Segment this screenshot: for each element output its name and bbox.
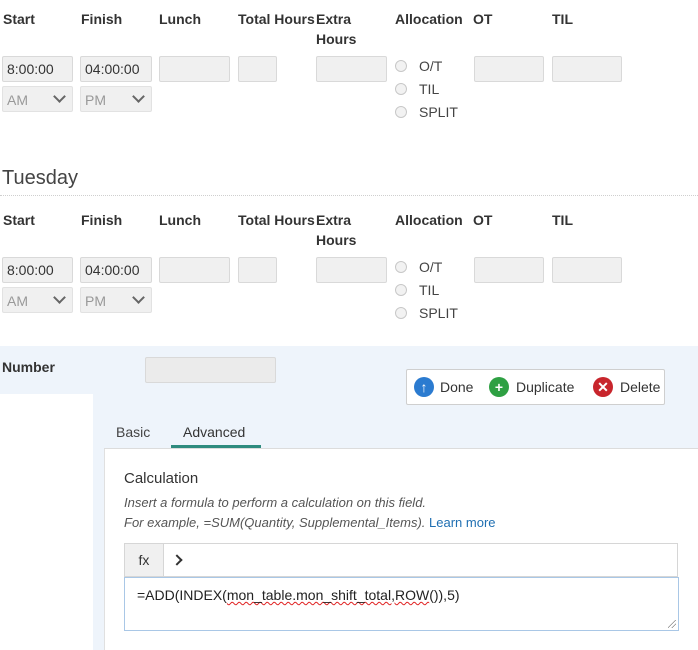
col-header-extra-line2: Hours xyxy=(316,232,357,248)
tabs-divider xyxy=(104,448,698,449)
col-header-total-hours: Total Hours xyxy=(238,11,315,27)
tuesday-allocation-til-radio[interactable] xyxy=(395,284,407,296)
monday-allocation-split-label: SPLIT xyxy=(419,104,458,120)
col-header-til: TIL xyxy=(552,11,573,27)
chevron-down-icon xyxy=(132,291,145,304)
tuesday-start-ampm-select[interactable]: AM xyxy=(2,287,73,313)
col-header-extra-hours: Extra Hours xyxy=(316,9,356,49)
learn-more-link[interactable]: Learn more xyxy=(429,515,495,530)
col-header-start: Start xyxy=(3,212,35,228)
monday-lunch-input[interactable] xyxy=(159,56,230,82)
calculation-title: Calculation xyxy=(124,470,199,487)
section-divider xyxy=(0,195,698,196)
monday-allocation-til-label: TIL xyxy=(419,81,440,97)
tuesday-extra-hours-input[interactable] xyxy=(316,257,387,283)
col-header-ot: OT xyxy=(473,212,493,228)
tuesday-finish-input[interactable]: 04:00:00 xyxy=(80,257,152,283)
monday-allocation-ot-label: O/T xyxy=(419,58,443,74)
monday-start-ampm-select[interactable]: AM xyxy=(2,86,73,112)
col-header-ot: OT xyxy=(473,11,493,27)
monday-allocation-split-radio[interactable] xyxy=(395,106,407,118)
tuesday-finish-ampm-select[interactable]: PM xyxy=(80,287,152,313)
done-button-label: Done xyxy=(440,379,474,395)
formula-toolbar: fx xyxy=(124,543,678,577)
formula-input[interactable]: =ADD(INDEX(mon_table.mon_shift_total,ROW… xyxy=(124,577,679,631)
chevron-down-icon xyxy=(53,90,66,103)
duplicate-button[interactable]: + Duplicate xyxy=(489,370,585,404)
col-header-til: TIL xyxy=(552,212,573,228)
tab-basic[interactable]: Basic xyxy=(116,424,150,440)
number-field-input[interactable] xyxy=(145,357,276,383)
monday-ot-input[interactable] xyxy=(474,56,544,82)
col-header-extra-hours: Extra Hours xyxy=(316,210,356,250)
tuesday-total-hours-input[interactable] xyxy=(238,257,277,283)
col-header-extra-line1: Extra xyxy=(316,11,352,27)
delete-button[interactable]: ✕ Delete xyxy=(593,370,663,404)
col-header-extra-line2: Hours xyxy=(316,31,357,47)
col-header-total-hours: Total Hours xyxy=(238,212,315,228)
calculation-help-example: For example, =SUM(Quantity, Supplemental… xyxy=(124,515,426,530)
tuesday-allocation-ot-label: O/T xyxy=(419,259,443,275)
number-field-label: Number xyxy=(2,359,55,375)
chevron-down-icon xyxy=(132,90,145,103)
chevron-right-icon[interactable] xyxy=(171,554,183,566)
plus-icon: + xyxy=(489,377,509,397)
arrow-up-icon: ↑ xyxy=(414,377,434,397)
formula-suffix: ()),5) xyxy=(429,587,460,603)
monday-finish-ampm-select[interactable]: PM xyxy=(80,86,152,112)
monday-finish-ampm-value: PM xyxy=(85,92,106,108)
monday-til-input[interactable] xyxy=(552,56,622,82)
col-header-allocation: Allocation xyxy=(395,212,463,228)
field-toolbar: ↑ Done + Duplicate ✕ Delete xyxy=(406,369,665,405)
col-header-lunch: Lunch xyxy=(159,212,201,228)
monday-start-input[interactable]: 8:00:00 xyxy=(2,56,73,82)
monday-allocation-ot-radio[interactable] xyxy=(395,60,407,72)
active-tab-indicator xyxy=(171,445,261,448)
tuesday-allocation-ot-radio[interactable] xyxy=(395,261,407,273)
tuesday-til-input[interactable] xyxy=(552,257,622,283)
tuesday-start-input[interactable]: 8:00:00 xyxy=(2,257,73,283)
tuesday-allocation-til-label: TIL xyxy=(419,282,440,298)
formula-prefix: =ADD(INDEX( xyxy=(137,587,227,603)
tuesday-start-ampm-value: AM xyxy=(7,293,28,309)
close-icon: ✕ xyxy=(593,377,613,397)
col-header-lunch: Lunch xyxy=(159,11,201,27)
tuesday-allocation-split-label: SPLIT xyxy=(419,305,458,321)
monday-allocation-til-radio[interactable] xyxy=(395,83,407,95)
col-header-allocation: Allocation xyxy=(395,11,463,27)
duplicate-button-label: Duplicate xyxy=(516,379,575,395)
chevron-down-icon xyxy=(53,291,66,304)
tuesday-ot-input[interactable] xyxy=(474,257,544,283)
monday-start-ampm-value: AM xyxy=(7,92,28,108)
panel-left-spacer xyxy=(0,394,93,650)
calculation-help-line1: Insert a formula to perform a calculatio… xyxy=(124,495,427,510)
delete-button-label: Delete xyxy=(620,379,661,395)
tuesday-lunch-input[interactable] xyxy=(159,257,230,283)
tuesday-allocation-split-radio[interactable] xyxy=(395,307,407,319)
col-header-finish: Finish xyxy=(81,11,123,27)
col-header-extra-line1: Extra xyxy=(316,212,352,228)
col-header-finish: Finish xyxy=(81,212,123,228)
done-button[interactable]: ↑ Done xyxy=(414,370,480,404)
day-title-tuesday: Tuesday xyxy=(2,167,78,189)
tab-advanced[interactable]: Advanced xyxy=(183,424,245,440)
calculation-help-line2: For example, =SUM(Quantity, Supplemental… xyxy=(124,515,496,530)
monday-total-hours-input[interactable] xyxy=(238,56,277,82)
tuesday-finish-ampm-value: PM xyxy=(85,293,106,309)
formula-reference: mon_table.mon_shift_total,ROW xyxy=(226,587,430,603)
monday-finish-input[interactable]: 04:00:00 xyxy=(80,56,152,82)
resize-handle-icon[interactable] xyxy=(668,620,676,628)
monday-extra-hours-input[interactable] xyxy=(316,56,387,82)
col-header-start: Start xyxy=(3,11,35,27)
fx-button[interactable]: fx xyxy=(125,544,164,576)
